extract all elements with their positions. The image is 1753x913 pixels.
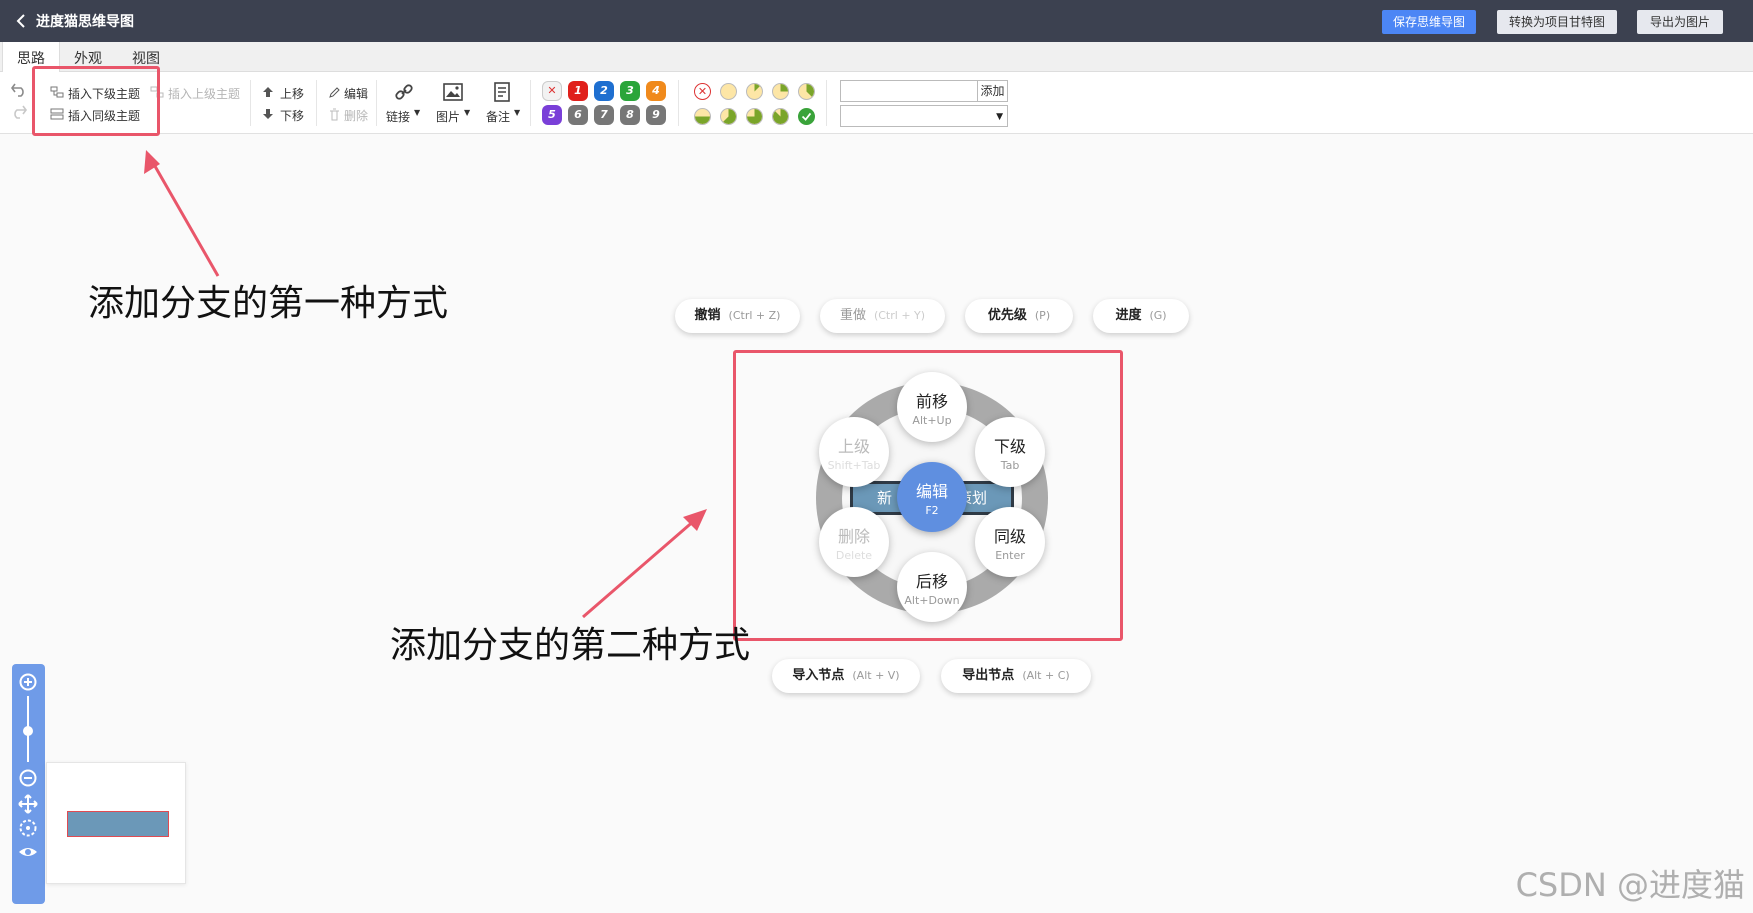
link-dropdown-caret-icon: ▼ — [414, 108, 421, 117]
redo-menu-item[interactable]: 重做 (Ctrl + Y) — [820, 299, 945, 333]
note-dropdown-caret-icon: ▼ — [514, 108, 521, 117]
annotation-first-method: 添加分支的第一种方式 — [88, 283, 449, 324]
priority-5-badge[interactable]: 5 — [542, 105, 562, 125]
export-image-button[interactable]: 导出为图片 — [1637, 10, 1723, 34]
minimap-node — [67, 811, 169, 837]
priority-9-badge[interactable]: 9 — [646, 105, 666, 125]
priority-menu-item[interactable]: 优先级 (P) — [965, 299, 1073, 333]
back-arrow-icon[interactable] — [12, 12, 30, 30]
progress-menu-item[interactable]: 进度 (G) — [1093, 299, 1189, 333]
link-button[interactable]: 链接 — [386, 108, 410, 125]
priority-2-badge[interactable]: 2 — [594, 81, 614, 101]
toolbar-divider — [376, 80, 377, 126]
forward-bubble-button[interactable]: 前移 Alt+Up — [897, 372, 967, 442]
progress-2-icon[interactable] — [772, 83, 789, 100]
node-text-left: 新 — [877, 489, 893, 507]
redo-icon[interactable] — [10, 104, 28, 120]
resource-input[interactable] — [840, 80, 978, 102]
move-up-button[interactable]: 上移 — [280, 85, 304, 102]
progress-3-icon[interactable] — [798, 83, 815, 100]
parent-bubble-button[interactable]: 上级 Shift+Tab — [819, 417, 889, 487]
remove-priority-icon[interactable]: ✕ — [542, 81, 562, 101]
toolbar-divider — [678, 80, 679, 126]
move-down-button[interactable]: 下移 — [280, 107, 304, 124]
title-bar: 进度猫思维导图 保存思维导图 转换为项目甘特图 导出为图片 — [0, 0, 1753, 42]
zoom-out-icon[interactable] — [18, 768, 38, 788]
remove-progress-icon[interactable]: ✕ — [694, 83, 711, 100]
watermark: CSDN @进度猫 — [1515, 866, 1745, 904]
tab-bar: 思路 外观 视图 — [0, 42, 1753, 73]
zoom-slider-handle[interactable] — [23, 726, 33, 736]
priority-1-badge[interactable]: 1 — [568, 81, 588, 101]
progress-done-icon[interactable] — [798, 108, 815, 125]
resource-select[interactable]: ▼ — [840, 105, 1008, 127]
progress-5-icon[interactable] — [720, 108, 737, 125]
zoom-in-icon[interactable] — [18, 672, 38, 692]
note-icon — [494, 82, 510, 102]
delete-button[interactable]: 删除 — [344, 107, 368, 124]
export-node-menu-item[interactable]: 导出节点 (Alt + C) — [941, 659, 1091, 693]
tab-view[interactable]: 视图 — [132, 48, 160, 68]
page-title: 进度猫思维导图 — [36, 14, 134, 30]
backward-bubble-button[interactable]: 后移 Alt+Down — [897, 552, 967, 622]
progress-0-icon[interactable] — [720, 83, 737, 100]
trash-icon — [330, 108, 339, 121]
progress-6-icon[interactable] — [746, 108, 763, 125]
convert-gantt-button[interactable]: 转换为项目甘特图 — [1497, 10, 1617, 34]
toolbar-divider — [826, 80, 827, 126]
insert-parent-topic-button[interactable]: 插入上级主题 — [168, 85, 240, 102]
minimap[interactable] — [46, 762, 186, 884]
child-bubble-button[interactable]: 下级 Tab — [975, 417, 1045, 487]
move-hand-icon[interactable] — [18, 794, 38, 814]
annotation-arrow-icon — [144, 150, 220, 277]
progress-4-icon[interactable] — [694, 108, 711, 125]
eye-icon[interactable] — [18, 842, 38, 862]
import-node-menu-item[interactable]: 导入节点 (Alt + V) — [772, 659, 920, 693]
annotation-arrow-icon — [582, 509, 707, 619]
priority-7-badge[interactable]: 7 — [594, 105, 614, 125]
save-mindmap-button[interactable]: 保存思维导图 — [1382, 10, 1476, 34]
arrow-up-icon — [263, 87, 273, 97]
toolbar-divider — [316, 80, 317, 126]
annotation-second-method: 添加分支的第二种方式 — [390, 625, 751, 666]
toolbar-divider — [250, 80, 251, 126]
toolbar-divider — [530, 80, 531, 126]
undo-menu-item[interactable]: 撤销 (Ctrl + Z) — [675, 299, 800, 333]
image-button[interactable]: 图片 — [436, 108, 460, 125]
sibling-bubble-button[interactable]: 同级 Enter — [975, 507, 1045, 577]
pencil-icon — [329, 87, 340, 98]
chevron-down-icon: ▼ — [996, 112, 1003, 122]
progress-1-icon[interactable] — [746, 83, 763, 100]
image-dropdown-caret-icon: ▼ — [464, 108, 471, 117]
note-button[interactable]: 备注 — [486, 108, 510, 125]
add-resource-button[interactable]: 添加 — [978, 80, 1008, 102]
arrow-down-icon — [263, 109, 273, 119]
locate-center-icon[interactable] — [18, 818, 38, 838]
link-icon — [395, 84, 413, 100]
annotation-highlight-toolbar — [32, 66, 160, 136]
progress-7-icon[interactable] — [772, 108, 789, 125]
image-icon — [443, 83, 463, 101]
priority-3-badge[interactable]: 3 — [620, 81, 640, 101]
priority-6-badge[interactable]: 6 — [568, 105, 588, 125]
tab-appearance[interactable]: 外观 — [74, 48, 102, 68]
undo-icon[interactable] — [10, 82, 28, 98]
priority-8-badge[interactable]: 8 — [620, 105, 640, 125]
priority-4-badge[interactable]: 4 — [646, 81, 666, 101]
delete-bubble-button[interactable]: 删除 Delete — [819, 507, 889, 577]
edit-button[interactable]: 编辑 — [344, 85, 368, 102]
zoom-panel — [12, 664, 45, 904]
edit-bubble-button[interactable]: 编辑 F2 — [897, 462, 967, 532]
